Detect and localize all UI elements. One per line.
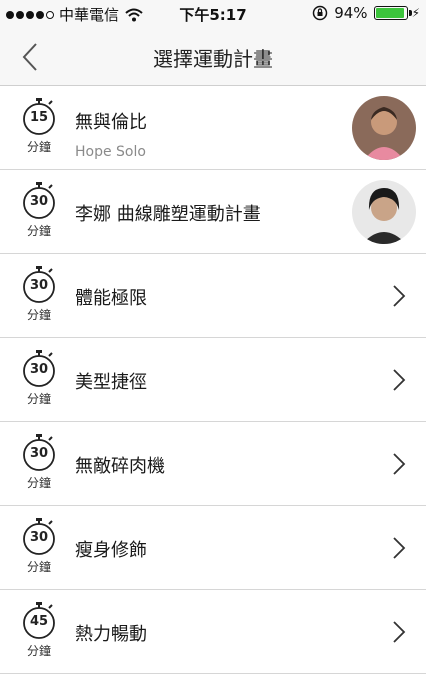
plan-title: 美型捷徑 (75, 372, 147, 393)
stopwatch-icon: 30 分鐘 (20, 182, 58, 239)
plan-row[interactable]: 30 分鐘 美型捷徑 (0, 338, 426, 422)
status-right: 94% ⚡ (312, 4, 420, 22)
plan-row[interactable]: 30 分鐘 李娜 曲線雕塑運動計畫 (0, 170, 426, 254)
plan-title: 無敵碎肉機 (75, 456, 165, 477)
plan-title: 無與倫比 (75, 112, 147, 133)
battery-icon (373, 6, 412, 20)
chevron-right-icon (393, 621, 406, 643)
plan-row[interactable]: 30 分鐘 體能極限 (0, 254, 426, 338)
duration-unit: 分鐘 (26, 644, 51, 658)
nav-bar: 選擇運動計畫 (0, 28, 426, 86)
duration-unit: 分鐘 (26, 224, 51, 238)
duration-unit: 分鐘 (26, 560, 51, 574)
stopwatch-icon: 15 分鐘 (20, 98, 58, 155)
plan-duration: 30 (29, 194, 49, 209)
plan-title: 體能極限 (75, 288, 147, 309)
chevron-right-icon (393, 453, 406, 475)
rotation-lock-icon (312, 5, 328, 21)
plan-duration: 30 (29, 362, 49, 377)
athlete-avatar (352, 96, 416, 160)
duration-unit: 分鐘 (26, 308, 51, 322)
duration-unit: 分鐘 (26, 140, 51, 154)
plan-row[interactable]: 30 分鐘 瘦身修飾 (0, 506, 426, 590)
page-title: 選擇運動計畫 (153, 47, 273, 71)
plan-title: 瘦身修飾 (75, 540, 147, 561)
battery-percent: 94% (334, 4, 368, 22)
plan-duration: 30 (29, 278, 49, 293)
plan-subtitle: Hope Solo (75, 144, 146, 160)
duration-unit: 分鐘 (26, 392, 51, 406)
charging-icon: ⚡ (411, 6, 420, 20)
plan-list: 15 分鐘 無與倫比 Hope Solo 30 分鐘 李娜 曲線雕塑運動計畫 30 分鐘 體能極限… (0, 86, 426, 674)
plan-duration: 30 (29, 446, 49, 461)
plan-title: 熱力暢動 (75, 624, 147, 645)
chevron-right-icon (393, 537, 406, 559)
stopwatch-icon: 45 分鐘 (20, 602, 58, 659)
chevron-right-icon (393, 285, 406, 307)
status-bar: 中華電信 下午5:17 94% ⚡ (0, 0, 426, 28)
stopwatch-icon: 30 分鐘 (20, 266, 58, 323)
stopwatch-icon: 30 分鐘 (20, 434, 58, 491)
duration-unit: 分鐘 (26, 476, 51, 490)
plan-row[interactable]: 30 分鐘 無敵碎肉機 (0, 422, 426, 506)
plan-row[interactable]: 45 分鐘 熱力暢動 (0, 590, 426, 674)
plan-duration: 45 (29, 614, 49, 629)
chevron-right-icon (393, 369, 406, 391)
stopwatch-icon: 30 分鐘 (20, 518, 58, 575)
plan-duration: 30 (29, 530, 49, 545)
plan-title: 李娜 曲線雕塑運動計畫 (75, 204, 261, 225)
plan-row[interactable]: 15 分鐘 無與倫比 Hope Solo (0, 86, 426, 170)
plan-duration: 15 (29, 110, 49, 125)
athlete-avatar (352, 180, 416, 244)
stopwatch-icon: 30 分鐘 (20, 350, 58, 407)
